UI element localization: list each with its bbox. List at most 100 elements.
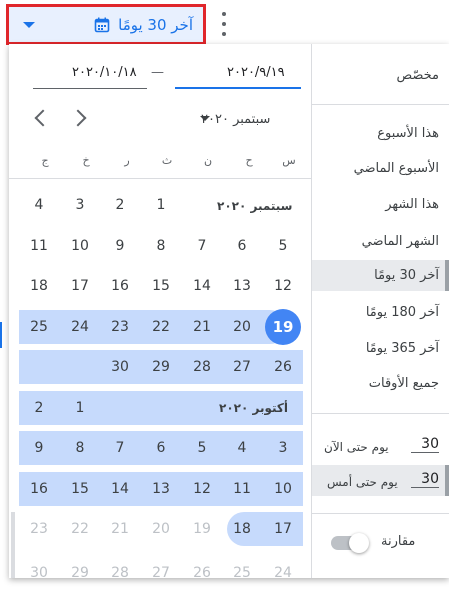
compare-label: مقارنة	[381, 534, 416, 549]
day-cell[interactable]: 11	[19, 229, 59, 263]
days-until-today-input[interactable]: 30	[411, 436, 439, 453]
menu-divider	[312, 513, 449, 514]
day-cell[interactable]: 18	[19, 269, 59, 303]
day-cell[interactable]: 18	[222, 512, 262, 546]
start-date-input[interactable]: ٢٠٢٠/٩/١٩	[227, 65, 285, 80]
date-separator: —	[151, 65, 164, 80]
end-date-input[interactable]: ٢٠٢٠/١٠/١٨	[72, 65, 137, 80]
day-cell[interactable]: 5	[263, 229, 303, 263]
date-range-label: آخر 30 يومًا	[118, 15, 193, 34]
day-cell[interactable]: 3	[60, 188, 100, 222]
start-date-underline	[175, 87, 301, 89]
day-cell-disabled: 21	[111, 521, 129, 537]
day-cell[interactable]: 5	[182, 431, 222, 465]
day-cell[interactable]: 15	[60, 472, 100, 506]
day-cell[interactable]: 23	[100, 310, 140, 344]
day-cell-disabled: 27	[152, 565, 170, 581]
calendar-icon	[94, 17, 110, 32]
days-until-yesterday-input[interactable]: 30	[411, 471, 439, 488]
date-range-button[interactable]: آخر 30 يومًا	[6, 4, 206, 45]
end-date-underline	[33, 88, 147, 89]
day-cell[interactable]: 7	[182, 229, 222, 263]
day-cell[interactable]: 15	[141, 269, 181, 303]
day-cell[interactable]: 14	[182, 269, 222, 303]
today-day-cell[interactable]: 19	[265, 309, 301, 345]
day-cell[interactable]: 17	[60, 269, 100, 303]
compare-toggle-knob[interactable]	[349, 533, 369, 553]
day-cell[interactable]: 21	[182, 310, 222, 344]
month-select-label: سبتمبر ٢٠٢٠	[201, 112, 271, 127]
day-cell[interactable]: 4	[19, 188, 59, 222]
day-cell[interactable]: 4	[222, 431, 262, 465]
weekday-header: ج	[41, 154, 49, 167]
day-cell[interactable]: 20	[222, 310, 262, 344]
weekday-header: ث	[161, 154, 173, 167]
day-cell-disabled: 25	[233, 565, 251, 581]
day-cell[interactable]: 8	[141, 229, 181, 263]
day-cell[interactable]: 25	[19, 310, 59, 344]
day-cell[interactable]: 14	[100, 472, 140, 506]
day-cell[interactable]: 9	[19, 431, 59, 465]
month-select[interactable]: سبتمبر ٢٠٢٠	[201, 112, 270, 127]
days-until-today-label: يوم حتى الآن	[324, 440, 389, 454]
menu-item-this-month[interactable]: هذا الشهر	[385, 197, 439, 212]
day-cell[interactable]: 16	[100, 269, 140, 303]
menu-item-last-30-days[interactable]: آخر 30 يومًا	[374, 268, 439, 283]
menu-divider	[312, 104, 449, 105]
day-cell[interactable]: 2	[19, 391, 59, 425]
day-cell[interactable]: 28	[182, 350, 222, 384]
day-cell[interactable]: 2	[100, 188, 140, 222]
day-cell[interactable]: 7	[100, 431, 140, 465]
day-cell-disabled: 24	[274, 565, 292, 581]
menu-divider	[312, 413, 449, 414]
weekday-header: ح	[245, 154, 253, 167]
chevron-right-icon[interactable]	[69, 109, 87, 127]
menu-item-all-time[interactable]: جميع الأوقات	[369, 376, 439, 391]
day-cell-disabled: 22	[71, 521, 89, 537]
day-cell[interactable]: 6	[141, 431, 181, 465]
menu-item-last-month[interactable]: الشهر الماضي	[362, 234, 439, 249]
day-cell[interactable]: 3	[263, 431, 303, 465]
more-vert-icon[interactable]	[219, 12, 229, 36]
popup-divider	[311, 44, 312, 578]
menu-item-last-365-days[interactable]: آخر 365 يومًا	[366, 341, 439, 356]
menu-item-this-week[interactable]: هذا الأسبوع	[377, 126, 439, 141]
menu-item-last-week[interactable]: الأسبوع الماضي	[354, 161, 439, 176]
day-cell[interactable]: 10	[60, 229, 100, 263]
day-cell[interactable]: 8	[60, 431, 100, 465]
dropdown-caret-icon	[23, 21, 35, 28]
day-cell[interactable]: 16	[19, 472, 59, 506]
day-cell[interactable]: 12	[182, 472, 222, 506]
day-cell[interactable]: 27	[222, 350, 262, 384]
day-cell[interactable]: 30	[100, 350, 140, 384]
day-cell[interactable]: 10	[263, 472, 303, 506]
day-cell[interactable]: 1	[60, 391, 100, 425]
month-label-october: أكتوبر ٢٠٢٠	[219, 401, 288, 415]
day-cell-disabled: 30	[30, 565, 48, 581]
days-until-yesterday-label: يوم حتى أمس	[327, 475, 398, 489]
day-cell[interactable]: 29	[141, 350, 181, 384]
menu-item-custom[interactable]: مخصّص	[396, 68, 439, 83]
date-range-popup: مخصّص هذا الأسبوع الأسبوع الماضي هذا الش…	[9, 44, 449, 581]
day-cell[interactable]: 9	[100, 229, 140, 263]
day-cell[interactable]: 13	[222, 269, 262, 303]
day-cell[interactable]: 12	[263, 269, 303, 303]
weekday-header: خ	[82, 154, 90, 167]
day-cell[interactable]: 17	[263, 512, 303, 546]
day-cell[interactable]: 24	[60, 310, 100, 344]
day-cell[interactable]: 13	[141, 472, 181, 506]
scrollbar[interactable]	[11, 512, 15, 578]
day-cell-disabled: 29	[71, 565, 89, 581]
day-cell[interactable]: 26	[263, 350, 303, 384]
day-cell[interactable]: 1	[141, 188, 181, 222]
day-cell[interactable]: 11	[222, 472, 262, 506]
day-cell-disabled: 26	[193, 565, 211, 581]
day-cell[interactable]: 6	[222, 229, 262, 263]
day-cell[interactable]: 22	[141, 310, 181, 344]
month-label-september: سبتمبر ٢٠٢٠	[217, 199, 293, 213]
chevron-left-icon[interactable]	[34, 109, 52, 127]
background-accent-bar	[0, 322, 2, 348]
weekday-header: س	[282, 154, 296, 167]
day-cell-disabled: 28	[111, 565, 129, 581]
menu-item-last-180-days[interactable]: آخر 180 يومًا	[366, 305, 439, 320]
